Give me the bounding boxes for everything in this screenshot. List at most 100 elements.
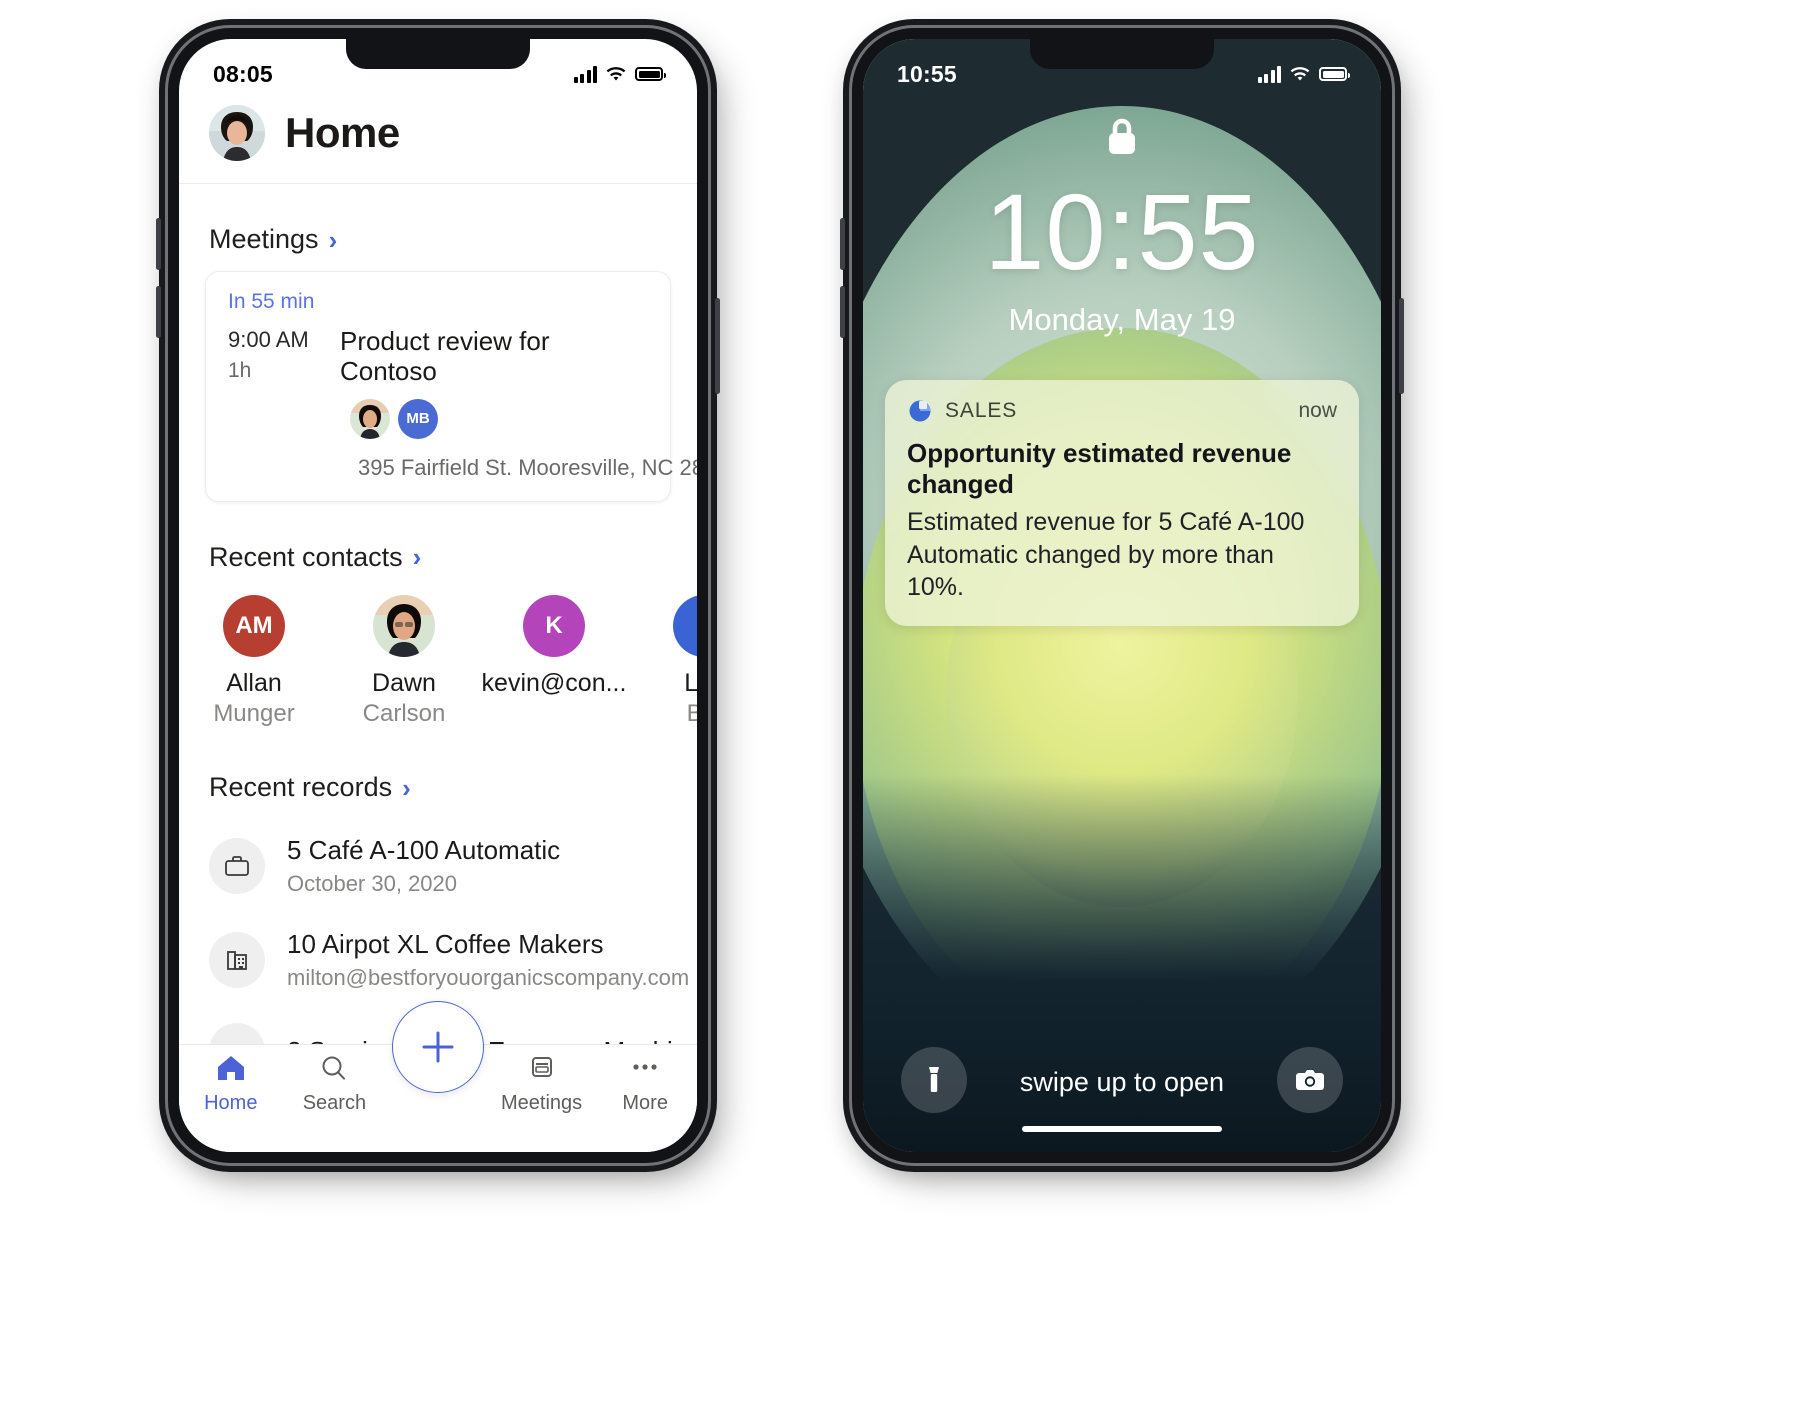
lock-screen-footer: swipe up to open	[863, 1047, 1381, 1152]
app-header: Home	[179, 95, 697, 184]
contact-avatar: L	[673, 594, 697, 657]
camera-icon	[1296, 1070, 1324, 1090]
left-phone-screen: 08:05 Home Meetings › In 55 min 9:00 AM …	[179, 39, 697, 1152]
tab-more[interactable]: More	[593, 1053, 697, 1115]
meeting-start-time: 9:00 AM	[228, 327, 309, 352]
recent-contacts-list[interactable]: AM Allan Munger Dawn Carlson K kevin@con…	[179, 589, 697, 729]
contact-last-name: Munger	[213, 699, 295, 727]
tab-label: Home	[204, 1092, 258, 1114]
status-bar: 08:05	[179, 39, 697, 95]
meeting-card[interactable]: In 55 min 9:00 AM 1h Product review for …	[205, 271, 697, 502]
home-indicator[interactable]	[1022, 1126, 1222, 1132]
page-title: Home	[285, 109, 400, 156]
battery-icon	[1319, 67, 1350, 81]
contact-last-name: Carlson	[362, 699, 446, 727]
record-text: 10 Airpot XL Coffee Makers milton@bestfo…	[287, 929, 690, 991]
meeting-details: Product review for Contoso MB 395 Fairfi…	[340, 326, 697, 481]
tab-label: More	[622, 1092, 668, 1114]
search-icon	[322, 1056, 346, 1080]
avatar[interactable]	[209, 105, 265, 161]
notification-app-name: SALES	[945, 399, 1018, 422]
camera-button[interactable]	[1277, 1047, 1343, 1113]
status-bar-icons	[1257, 65, 1350, 83]
volume-down-button[interactable]	[156, 286, 161, 338]
record-subtitle: milton@bestforyouorganicscompany.com	[287, 965, 690, 991]
flashlight-button[interactable]	[901, 1047, 967, 1113]
volume-up-button[interactable]	[840, 218, 845, 270]
tab-label: Meetings	[501, 1092, 583, 1114]
notification-title: Opportunity estimated revenue changed	[907, 438, 1292, 500]
tab-meetings[interactable]: Meetings	[490, 1053, 594, 1115]
volume-down-button[interactable]	[840, 286, 845, 338]
section-header-meetings[interactable]: Meetings ›	[179, 184, 697, 271]
status-bar-time: 08:05	[213, 60, 273, 87]
chevron-right-icon: ›	[412, 542, 422, 573]
contact-last-name: Bai	[686, 699, 697, 727]
content-scroll-area[interactable]: Meetings › In 55 min 9:00 AM 1h Product …	[179, 184, 697, 1044]
contact-card[interactable]: AM Allan Munger	[179, 594, 329, 729]
contact-card[interactable]: L Lyd Bai	[629, 594, 697, 729]
chevron-right-icon: ›	[328, 224, 338, 255]
flashlight-icon	[929, 1067, 939, 1092]
meeting-location-text: 395 Fairfield St. Mooresville, NC 28115	[358, 454, 697, 480]
meeting-row: 9:00 AM 1h Product review for Contoso MB…	[228, 326, 697, 481]
power-button[interactable]	[715, 298, 720, 394]
more-icon	[633, 1064, 657, 1070]
record-title: 5 Café A-100 Automatic	[287, 835, 561, 866]
status-bar-icons	[573, 65, 666, 83]
contact-first-name: Dawn	[372, 668, 436, 697]
building-icon	[209, 932, 265, 989]
section-title-recent-records: Recent records	[209, 772, 393, 803]
meeting-time-column: 9:00 AM 1h	[228, 327, 324, 481]
notification-card[interactable]: SALES now Opportunity estimated revenue …	[885, 380, 1359, 626]
screenshot-stage: 08:05 Home Meetings › In 55 min 9:00 AM …	[0, 0, 1800, 1419]
meeting-location: 395 Fairfield St. Mooresville, NC 28115	[340, 455, 697, 481]
lock-date: Monday, May 19	[1008, 302, 1236, 337]
attendee-photo-avatar	[350, 398, 390, 439]
section-header-recent-contacts[interactable]: Recent contacts ›	[179, 502, 697, 589]
cellular-bars-icon	[573, 65, 597, 83]
contact-card[interactable]: Dawn Carlson	[329, 594, 479, 729]
lock-screen[interactable]: 10:55 10:55 Monday, May 19 SALES now Opp…	[863, 39, 1381, 1152]
add-button[interactable]	[392, 1001, 484, 1093]
briefcase-icon	[209, 838, 265, 895]
notch	[1030, 39, 1214, 69]
tab-label: Search	[302, 1092, 367, 1114]
tab-home[interactable]: Home	[179, 1053, 283, 1115]
contact-first-name: Allan	[226, 668, 282, 697]
meeting-subject: Product review for Contoso	[340, 326, 550, 386]
volume-up-button[interactable]	[156, 218, 161, 270]
tab-search[interactable]: Search	[283, 1053, 387, 1115]
right-phone-screen: 10:55 10:55 Monday, May 19 SALES now Opp…	[863, 39, 1381, 1152]
notification-time: now	[1298, 399, 1337, 422]
bottom-tab-bar: Home Search Meetings More	[179, 1001, 697, 1152]
sales-app-icon	[909, 400, 931, 422]
record-subtitle: October 30, 2020	[287, 871, 458, 897]
record-row[interactable]: 10 Airpot XL Coffee Makers milton@bestfo…	[179, 913, 697, 1007]
section-title-meetings: Meetings	[209, 224, 319, 254]
record-row[interactable]: 5 Café A-100 Automatic October 30, 2020	[179, 819, 697, 913]
wifi-icon	[606, 66, 626, 80]
meeting-relative-time: In 55 min	[228, 290, 315, 313]
contact-avatar: K	[523, 594, 585, 657]
status-bar-time: 10:55	[897, 60, 957, 87]
meetings-icon	[531, 1057, 552, 1077]
lock-screen-content: 10:55 10:55 Monday, May 19 SALES now Opp…	[863, 39, 1381, 1152]
power-button[interactable]	[1399, 298, 1404, 394]
contact-card[interactable]: K kevin@con...	[479, 594, 629, 729]
battery-icon	[635, 67, 666, 81]
lock-clock: 10:55	[984, 171, 1260, 292]
section-header-recent-records[interactable]: Recent records ›	[179, 728, 697, 819]
meeting-duration: 1h	[228, 359, 252, 382]
chevron-right-icon: ›	[402, 772, 411, 803]
section-title-recent-contacts: Recent contacts	[209, 541, 403, 572]
attendee-initials-avatar: MB	[398, 398, 438, 439]
meeting-attendees: MB	[340, 398, 648, 439]
plus-icon	[422, 1031, 454, 1063]
contact-email: kevin@con...	[481, 668, 627, 697]
contact-first-name: Lyd	[684, 668, 697, 697]
contact-avatar	[373, 594, 435, 657]
record-title: 10 Airpot XL Coffee Makers	[287, 929, 604, 960]
lock-icon	[863, 113, 1381, 166]
key-icon	[209, 1023, 265, 1044]
